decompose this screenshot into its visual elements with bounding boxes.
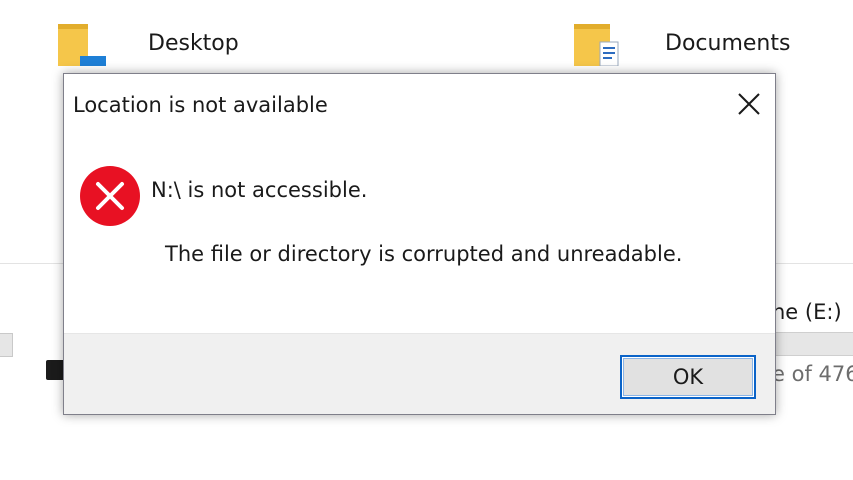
error-detail: The file or directory is corrupted and u… bbox=[165, 242, 683, 266]
drive-usage-bar-left bbox=[0, 333, 13, 357]
drive-e-usage-bar bbox=[772, 332, 853, 356]
drive-e-label[interactable]: ne (E:) bbox=[772, 300, 842, 324]
folder-label-documents: Documents bbox=[665, 31, 791, 56]
folder-label-desktop: Desktop bbox=[148, 31, 239, 56]
error-message: N:\ is not accessible. bbox=[151, 178, 368, 202]
drive-e-free-space: e of 476 bbox=[772, 362, 853, 386]
close-icon bbox=[738, 93, 760, 115]
explorer-window: Desktop Documents ne (E:) e of 476 Locat… bbox=[0, 0, 853, 480]
dialog-footer: OK bbox=[64, 333, 775, 414]
folder-tile-documents[interactable]: Documents bbox=[560, 0, 853, 72]
error-icon bbox=[80, 166, 140, 226]
folder-icon bbox=[58, 24, 106, 66]
dialog-title: Location is not available bbox=[73, 93, 328, 117]
documents-folder-icon bbox=[574, 24, 619, 66]
ok-button[interactable]: OK bbox=[620, 355, 756, 399]
close-button[interactable] bbox=[731, 86, 767, 122]
error-dialog: Location is not available N:\ is not acc… bbox=[63, 73, 776, 415]
folder-tile-desktop[interactable]: Desktop bbox=[0, 0, 300, 72]
